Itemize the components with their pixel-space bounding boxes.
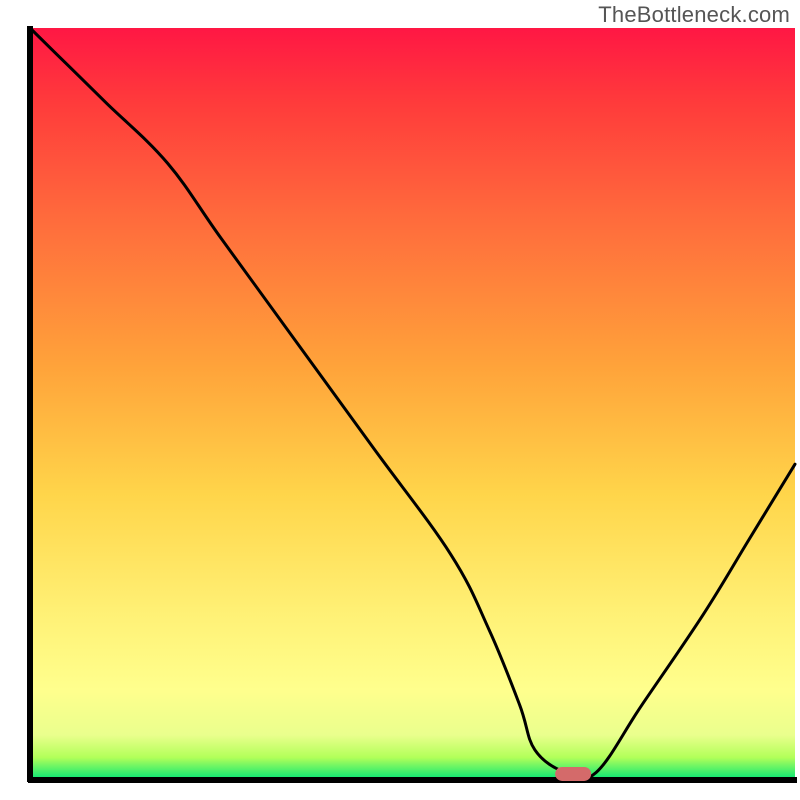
bottleneck-chart [0, 0, 800, 800]
chart-svg [0, 0, 800, 800]
optimum-marker [555, 767, 591, 781]
watermark-text: TheBottleneck.com [598, 2, 790, 28]
